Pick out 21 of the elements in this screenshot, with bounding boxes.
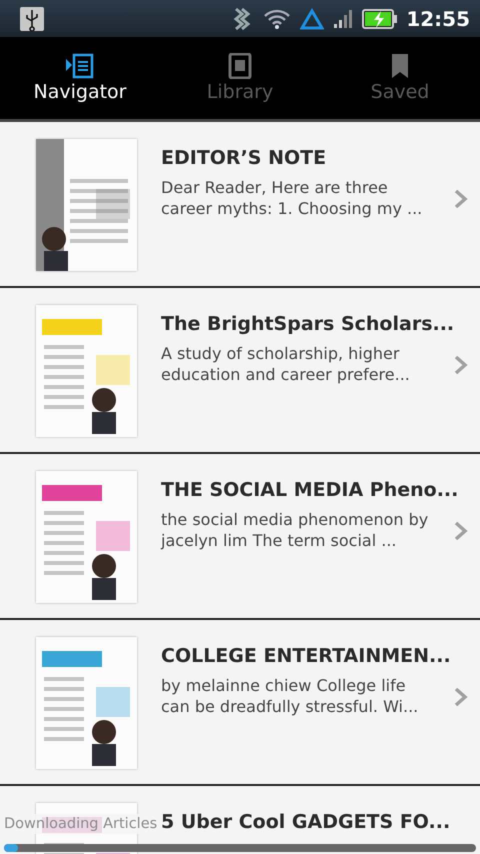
- article-summary: A study of scholarship, higher education and career prefere...: [161, 343, 411, 385]
- list-icon: [65, 53, 95, 79]
- article-summary: Dear Reader, Here are three career myths: 1. Choosing my ...: [161, 177, 424, 219]
- chevron-right-icon: [454, 687, 468, 707]
- tab[interactable]: Navigator: [0, 37, 160, 119]
- chevron-right-icon: [454, 355, 468, 375]
- article-summary: the social media phenomenon by jacelyn lim The term social ...: [161, 509, 430, 551]
- article-title: 5 Uber Cool GADGETS FO...: [161, 810, 450, 835]
- clock-time: 12:55: [406, 6, 470, 30]
- download-status: Downloading Articles: [2, 814, 160, 834]
- article-title: The BrightSpars Scholars...: [161, 312, 454, 337]
- battery-charging-icon: [362, 8, 398, 30]
- article-summary: by melainne chiew College life can be dreadfully stressful. Wi...: [161, 675, 420, 717]
- chevron-right-icon: [454, 521, 468, 541]
- article-title: EDITOR’S NOTE: [161, 146, 326, 171]
- cell-signal-icon: [332, 8, 354, 30]
- wifi-icon: [262, 8, 292, 30]
- article-title: COLLEGE ENTERTAINMEN...: [161, 644, 451, 669]
- chevron-right-icon: [454, 189, 468, 209]
- article-title: THE SOCIAL MEDIA Pheno...: [161, 478, 458, 503]
- usb-icon: [20, 6, 44, 30]
